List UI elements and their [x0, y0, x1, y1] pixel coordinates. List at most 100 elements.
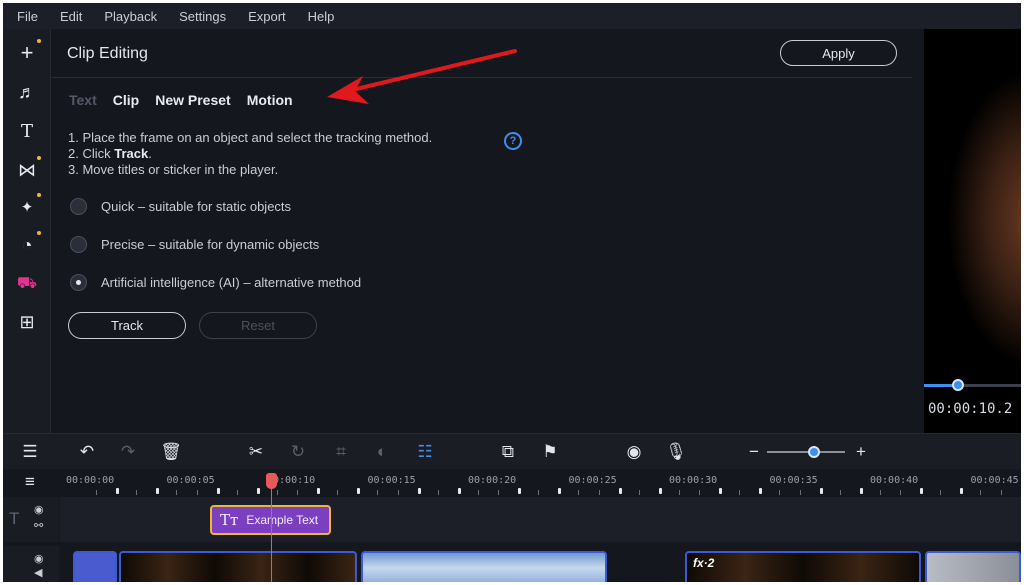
- zoom-slider-handle[interactable]: [807, 446, 820, 458]
- ruler-tick: [317, 488, 321, 494]
- track-keyword: Track: [114, 146, 149, 161]
- stickers-button[interactable]: ⛟: [13, 270, 41, 298]
- preview-player: 00:00:10.2: [924, 29, 1021, 433]
- ruler-tick: [618, 488, 622, 494]
- ruler-tick: [457, 488, 461, 494]
- undo-icon[interactable]: ↶: [76, 441, 98, 463]
- add-media-button[interactable]: +: [13, 39, 41, 67]
- visibility-eye-icon[interactable]: ◉: [34, 503, 44, 516]
- video-preview[interactable]: [924, 29, 1021, 374]
- timeline-ruler[interactable]: ≡ 00:00:00 00:00:05 00:00:10 00:00:15 00:00:…: [3, 469, 1021, 497]
- zoom-out-icon[interactable]: −: [743, 441, 765, 463]
- radio-button-selected[interactable]: [70, 274, 87, 291]
- menu-edit[interactable]: Edit: [60, 9, 82, 24]
- add-track-icon[interactable]: ☰: [19, 441, 41, 463]
- redo-icon[interactable]: ↷: [117, 441, 139, 463]
- apply-button[interactable]: Apply: [780, 40, 897, 66]
- zoom-in-icon[interactable]: +: [850, 441, 872, 463]
- playhead-line: [271, 481, 272, 582]
- text-track[interactable]: [60, 497, 1021, 542]
- ruler-tick: [960, 488, 964, 494]
- help-icon[interactable]: ?: [504, 132, 522, 150]
- ruler-tick: [256, 488, 260, 494]
- reset-button[interactable]: Reset: [199, 312, 317, 339]
- filters-button[interactable]: ◔: [13, 231, 41, 259]
- radio-button[interactable]: [70, 198, 87, 215]
- ruler-tick: [417, 488, 421, 494]
- ruler-time-label: 00:00:15: [367, 475, 416, 486]
- tab-text[interactable]: Text: [69, 92, 97, 108]
- tab-clip[interactable]: Clip: [113, 92, 139, 108]
- more-tools-button[interactable]: ⊞: [13, 308, 41, 336]
- delete-icon[interactable]: 🗑: [160, 441, 182, 463]
- tool-sidebar: + ♬ T ⋈ ✦ ◔ ⛟ ⊞: [3, 29, 51, 433]
- menu-help[interactable]: Help: [308, 9, 335, 24]
- ruler-time-label: 00:00:40: [870, 475, 919, 486]
- marker-flag-icon[interactable]: ⚑: [539, 441, 561, 463]
- titles-button[interactable]: T: [13, 117, 41, 145]
- ruler-tick: [678, 490, 680, 495]
- add-track-icon[interactable]: ≡: [19, 471, 41, 493]
- crop-icon[interactable]: ⌗: [330, 441, 352, 463]
- menu-playback[interactable]: Playback: [104, 9, 157, 24]
- ruler-tick: [699, 490, 700, 495]
- video-clip-candles[interactable]: [119, 551, 357, 582]
- menu-settings[interactable]: Settings: [179, 9, 226, 24]
- cut-icon[interactable]: ✂: [245, 441, 267, 463]
- radio-button[interactable]: [70, 236, 87, 253]
- option-precise[interactable]: Precise – suitable for dynamic objects: [70, 236, 319, 253]
- transition-wizard-icon[interactable]: ⧉: [497, 441, 519, 463]
- video-clip-candles-fx[interactable]: fx·2: [685, 551, 921, 582]
- filters-icon: ◔: [21, 234, 33, 255]
- ruler-time-label: 00:00:20: [468, 475, 517, 486]
- ruler-tick: [397, 490, 399, 495]
- webcam-icon[interactable]: ◉: [623, 441, 645, 463]
- ruler-tick: [759, 488, 763, 494]
- link-icon[interactable]: ⚯: [34, 519, 43, 532]
- instruction-step-3: 3. Move titles or sticker in the player.: [68, 162, 279, 177]
- ruler-tick: [638, 490, 640, 495]
- ruler-tick: [196, 490, 198, 495]
- editing-tabs: Text Clip New Preset Motion: [69, 92, 293, 108]
- ruler-tick: [558, 488, 562, 494]
- ruler-time-label: 00:00:25: [568, 475, 617, 486]
- video-clip[interactable]: [73, 551, 117, 582]
- more-tools-icon: ⊞: [19, 311, 35, 332]
- option-ai[interactable]: Artificial intelligence (AI) – alternati…: [70, 274, 361, 291]
- ruler-tick: [719, 488, 723, 494]
- microphone-icon[interactable]: 🎙: [665, 441, 687, 463]
- scrubber-handle[interactable]: [951, 379, 964, 391]
- ruler-tick: [477, 490, 479, 495]
- clip-properties-icon[interactable]: ☷: [414, 441, 436, 463]
- ruler-tick: [658, 488, 662, 494]
- clip-editing-panel: Clip Editing Apply Text Clip New Preset …: [52, 29, 923, 433]
- menu-file[interactable]: File: [17, 9, 38, 24]
- video-clip-street[interactable]: [925, 551, 1021, 582]
- volume-icon[interactable]: ◀: [34, 566, 42, 579]
- visibility-eye-icon[interactable]: ◉: [34, 552, 44, 565]
- tab-new-preset[interactable]: New Preset: [155, 92, 230, 108]
- ruler-tick: [799, 490, 801, 495]
- ruler-tick: [377, 490, 379, 495]
- menu-bar: File Edit Playback Settings Export Help: [3, 3, 1021, 29]
- tab-motion[interactable]: Motion: [247, 92, 293, 108]
- ruler-tick: [116, 488, 120, 494]
- option-quick[interactable]: Quick – suitable for static objects: [70, 198, 291, 215]
- zoom-slider[interactable]: [767, 446, 845, 458]
- option-label: Precise – suitable for dynamic objects: [101, 237, 320, 252]
- playback-scrubber[interactable]: [924, 379, 1021, 391]
- ruler-tick: [779, 490, 781, 495]
- ruler-tick: [900, 490, 901, 495]
- music-button[interactable]: ♬: [13, 78, 41, 106]
- new-badge-dot: [37, 39, 41, 43]
- rotate-icon[interactable]: ↻: [287, 441, 309, 463]
- effects-button[interactable]: ✦: [13, 193, 41, 221]
- track-button[interactable]: Track: [68, 312, 186, 339]
- playhead-handle[interactable]: [266, 473, 277, 489]
- menu-export[interactable]: Export: [248, 9, 286, 24]
- ruler-time-label: 00:00:30: [669, 475, 718, 486]
- transitions-button[interactable]: ⋈: [13, 156, 41, 184]
- video-clip-sky[interactable]: [361, 551, 607, 582]
- ruler-tick: [498, 490, 499, 495]
- color-adjust-icon[interactable]: ◐: [371, 441, 393, 463]
